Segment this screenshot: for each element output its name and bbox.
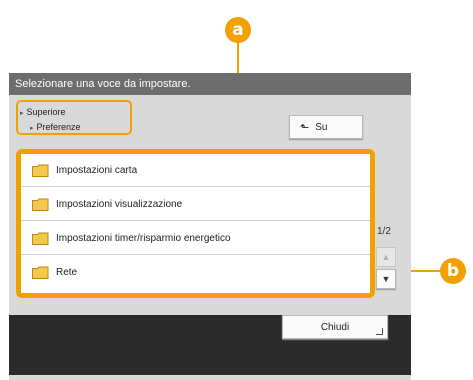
corner-icon [376,328,383,335]
page-indicator: 1/2 [377,226,391,237]
folder-icon [32,232,49,245]
list-item[interactable]: Impostazioni carta [21,154,370,187]
list-item[interactable]: Impostazioni timer/risparmio energetico [21,222,370,255]
list-item-label: Impostazioni timer/risparmio energetico [56,232,231,244]
up-button-label: Su [315,121,328,133]
folder-icon [32,266,49,279]
list-item-label: Rete [56,267,78,278]
list-item[interactable]: Rete [21,256,370,289]
item-list: Impostazioni carta Impostazioni visualiz… [21,154,370,293]
triangle-up-icon: ▲ [381,252,391,262]
scroll-down-button[interactable]: ▼ [376,269,396,289]
breadcrumb-preferenze: Preferenze [30,122,81,132]
title-bar: Selezionare una voce da impostare. [9,73,411,95]
list-item-label: Impostazioni carta [56,164,138,176]
breadcrumb-superiore[interactable]: Superiore [20,107,66,117]
folder-icon [32,164,49,177]
settings-panel: Selezionare una voce da impostare. Super… [9,73,411,380]
close-button-label: Chiudi [320,321,350,333]
callout-b: b [440,258,466,284]
item-list-frame: Impostazioni carta Impostazioni visualiz… [16,149,375,298]
close-button[interactable]: Chiudi [282,315,388,339]
scroll-up-button[interactable]: ▲ [376,247,396,267]
callout-a: a [225,17,251,43]
up-button[interactable]: ⬑ Su [289,115,363,139]
folder-icon [32,198,49,211]
list-item[interactable]: Impostazioni visualizzazione [21,188,370,221]
list-item-label: Impostazioni visualizzazione [56,198,183,210]
triangle-down-icon: ▼ [381,274,391,284]
up-arrow-icon: ⬑ [300,121,310,134]
